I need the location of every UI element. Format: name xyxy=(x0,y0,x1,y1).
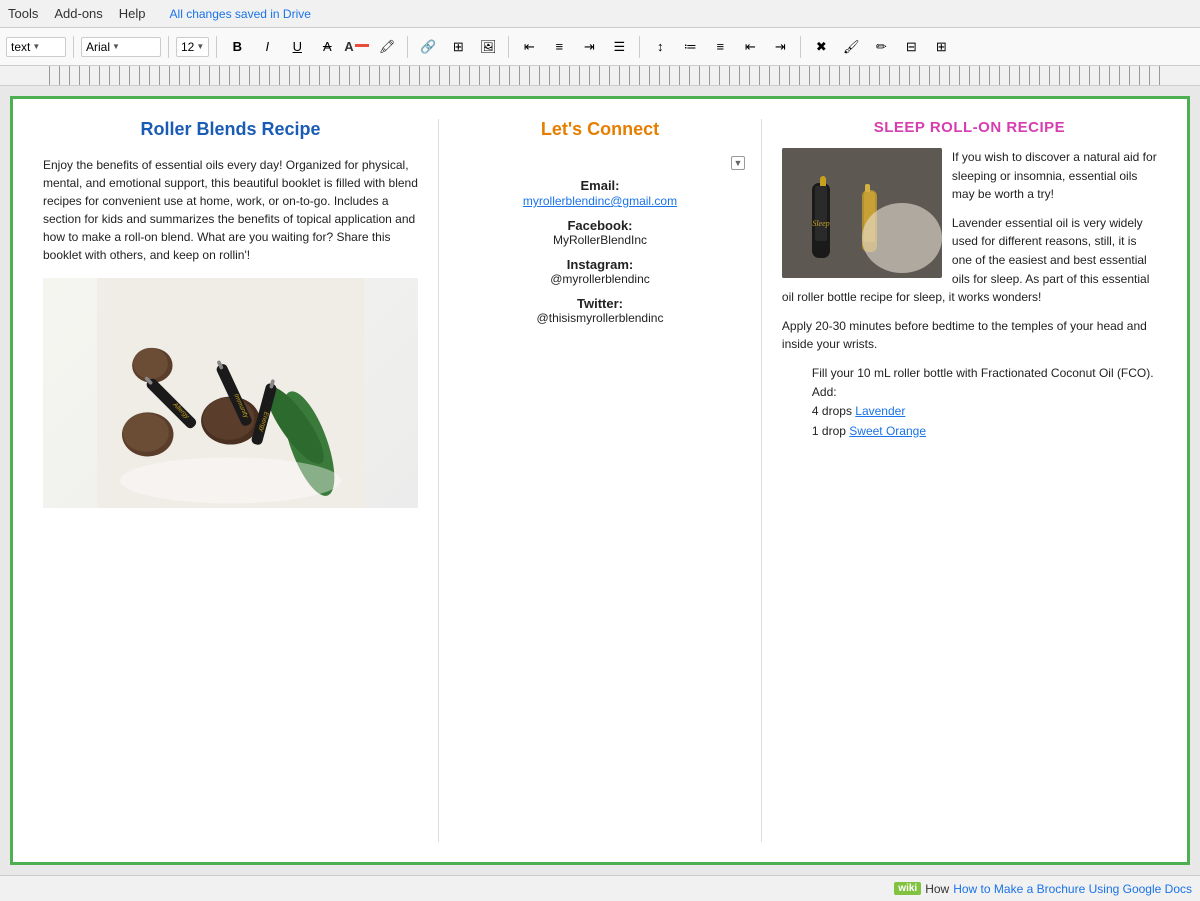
col-left-heading: Roller Blends Recipe xyxy=(43,119,418,140)
size-chevron: ▼ xyxy=(196,42,204,51)
sep6 xyxy=(639,36,640,58)
text-color-button[interactable]: A xyxy=(344,34,370,60)
wikihow-prefix: How xyxy=(925,882,949,896)
right-text: Sleep If you wish to discover a natural … xyxy=(782,148,1157,441)
sep7 xyxy=(800,36,801,58)
more-button[interactable]: ⊞ xyxy=(928,34,954,60)
intro-text: Enjoy the benefits of essential oils eve… xyxy=(43,156,418,264)
menu-addons[interactable]: Add-ons xyxy=(54,6,102,21)
pencil-button[interactable]: ✏ xyxy=(868,34,894,60)
bottom-bar: wiki How How to Make a Brochure Using Go… xyxy=(0,875,1200,901)
product-image: Allergy Immunity Energy xyxy=(43,278,418,508)
list-bullet-button[interactable]: ≡ xyxy=(707,34,733,60)
align-left-button[interactable]: ⇤ xyxy=(516,34,542,60)
wikihow-link[interactable]: How to Make a Brochure Using Google Docs xyxy=(953,882,1192,896)
col-left: Roller Blends Recipe Enjoy the benefits … xyxy=(43,119,418,842)
sep4 xyxy=(407,36,408,58)
saved-link[interactable]: All changes saved in Drive xyxy=(170,7,311,21)
style-label: text xyxy=(11,40,30,54)
svg-text:Sleep: Sleep xyxy=(812,219,829,228)
align-justify-button[interactable]: ☰ xyxy=(606,34,632,60)
ruler-scale xyxy=(40,66,1160,85)
email-section: Email: myrollerblendinc@gmail.com xyxy=(523,178,677,208)
style-select[interactable]: text ▼ xyxy=(6,37,66,57)
columns-button[interactable]: ⊟ xyxy=(898,34,924,60)
paint-format-button[interactable]: 🖌 xyxy=(838,34,864,60)
email-link[interactable]: myrollerblendinc@gmail.com xyxy=(523,194,677,208)
bold-button[interactable]: B xyxy=(224,34,250,60)
instagram-label: Instagram: xyxy=(550,257,650,272)
italic-button[interactable]: I xyxy=(254,34,280,60)
sleep-image-inner: Sleep xyxy=(782,148,942,278)
document: Roller Blends Recipe Enjoy the benefits … xyxy=(10,96,1190,865)
instagram-section: Instagram: @myrollerblendinc xyxy=(550,257,650,286)
sep1 xyxy=(73,36,74,58)
twitter-value: @thisismyrollerblendinc xyxy=(537,311,664,325)
facebook-value: MyRollerBlendInc xyxy=(553,233,647,247)
indent-less-button[interactable]: ⇤ xyxy=(737,34,763,60)
image-button[interactable]: 🖼 xyxy=(475,34,501,60)
sweet-orange-link[interactable]: Sweet Orange xyxy=(849,424,926,438)
align-center-button[interactable]: ≡ xyxy=(546,34,572,60)
size-select[interactable]: 12 ▼ xyxy=(176,37,209,57)
saved-status: All changes saved in Drive xyxy=(170,7,311,21)
twitter-section: Twitter: @thisismyrollerblendinc xyxy=(537,296,664,325)
highlight-button[interactable]: 🖍 xyxy=(374,34,400,60)
indent-more-button[interactable]: ⇥ xyxy=(767,34,793,60)
menu-bar: Tools Add-ons Help All changes saved in … xyxy=(0,0,1200,28)
sep3 xyxy=(216,36,217,58)
clear-format-button[interactable]: ✖ xyxy=(808,34,834,60)
menu-tools[interactable]: Tools xyxy=(8,6,38,21)
size-label: 12 xyxy=(181,40,194,54)
strikethrough-button[interactable]: A xyxy=(314,34,340,60)
col-right: SLEEP ROLL-ON RECIPE xyxy=(782,119,1157,842)
font-label: Arial xyxy=(86,40,110,54)
scroll-indicator: ▼ xyxy=(731,156,745,170)
instagram-value: @myrollerblendinc xyxy=(550,272,650,286)
facebook-label: Facebook: xyxy=(553,218,647,233)
font-group: Arial ▼ xyxy=(81,37,161,57)
col-right-heading: SLEEP ROLL-ON RECIPE xyxy=(782,119,1157,136)
menu-help[interactable]: Help xyxy=(119,6,146,21)
underline-button[interactable]: U xyxy=(284,34,310,60)
right-text-3: Apply 20-30 minutes before bedtime to th… xyxy=(782,317,1157,354)
content-area: Roller Blends Recipe Enjoy the benefits … xyxy=(0,86,1200,875)
col-middle: Let's Connect ▼ Email: myrollerblendinc@… xyxy=(438,119,762,842)
sep2 xyxy=(168,36,169,58)
document-inner: Roller Blends Recipe Enjoy the benefits … xyxy=(13,99,1187,862)
font-select[interactable]: Arial ▼ xyxy=(81,37,161,57)
wikihow-badge: wiki How How to Make a Brochure Using Go… xyxy=(894,882,1192,896)
email-label: Email: xyxy=(523,178,677,193)
product-image-inner: Allergy Immunity Energy xyxy=(43,278,418,508)
col-middle-heading: Let's Connect xyxy=(541,119,659,140)
facebook-section: Facebook: MyRollerBlendInc xyxy=(553,218,647,247)
toolbar: text ▼ Arial ▼ 12 ▼ B I U A A 🖍 🔗 ⊞ 🖼 ⇤ … xyxy=(0,28,1200,66)
link-button[interactable]: 🔗 xyxy=(415,34,441,60)
right-text-indented: Fill your 10 mL roller bottle with Fract… xyxy=(812,364,1157,441)
right-text-4: Fill your 10 mL roller bottle with Fract… xyxy=(812,366,1154,438)
sep5 xyxy=(508,36,509,58)
font-chevron: ▼ xyxy=(112,42,120,51)
scroll-indicator-wrapper: ▼ xyxy=(731,156,745,174)
line-spacing-button[interactable]: ↕ xyxy=(647,34,673,60)
align-right-button[interactable]: ⇥ xyxy=(576,34,602,60)
twitter-label: Twitter: xyxy=(537,296,664,311)
wikihow-logo: wiki xyxy=(894,882,921,895)
lavender-link[interactable]: Lavender xyxy=(855,404,905,418)
ruler xyxy=(0,66,1200,86)
insert-button[interactable]: ⊞ xyxy=(445,34,471,60)
list-num-button[interactable]: ≔ xyxy=(677,34,703,60)
style-group: text ▼ xyxy=(6,37,66,57)
sleep-image: Sleep xyxy=(782,148,942,278)
style-chevron: ▼ xyxy=(32,42,40,51)
size-group: 12 ▼ xyxy=(176,37,209,57)
